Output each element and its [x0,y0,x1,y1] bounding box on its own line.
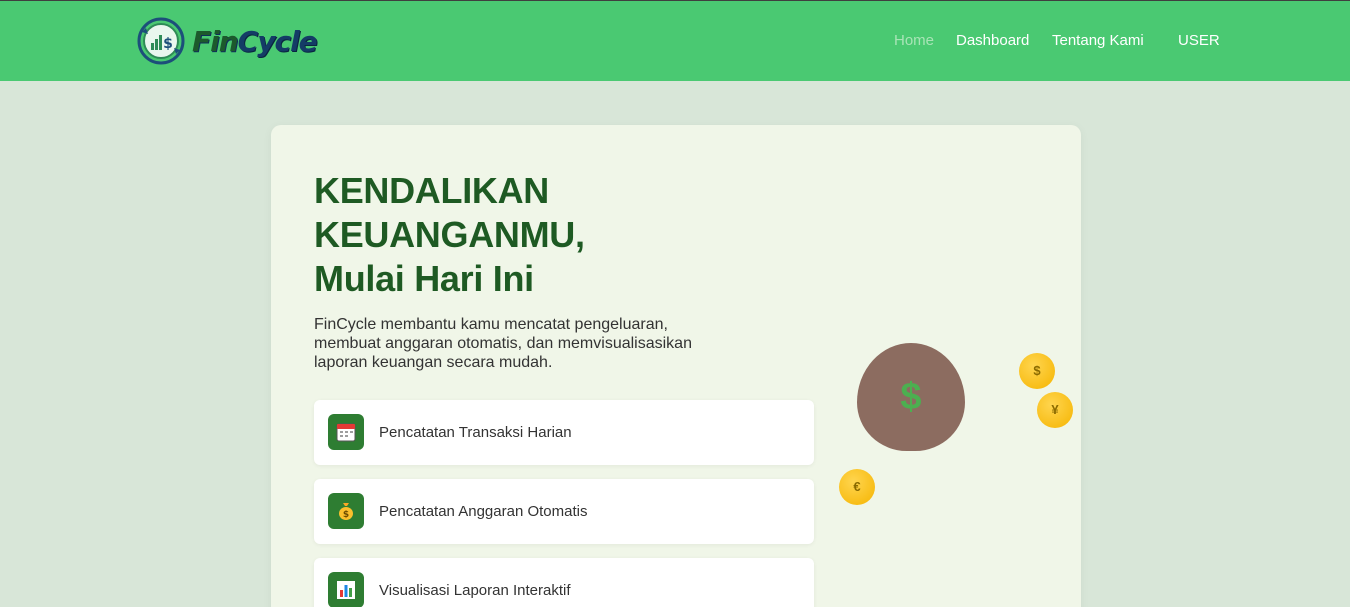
coin-dollar-icon: $ [1019,353,1055,389]
hero-title: KENDALIKAN KEUANGANMU, Mulai Hari Ini [314,169,734,301]
coin-euro-icon: € [839,469,875,505]
navbar: $ FinCycle Home Dashboard Tentang Kami U… [0,1,1350,81]
brand-name-cycle: Cycle [237,24,318,58]
feature-label: Pencatatan Anggaran Otomatis [379,503,588,520]
feature-label: Visualisasi Laporan Interaktif [379,582,571,599]
hero-title-line-1: KENDALIKAN [314,170,549,211]
feature-icon-badge: $ [328,493,364,529]
svg-text:$: $ [343,510,349,520]
brand-name: FinCycle [192,24,318,58]
calendar-icon [336,423,356,442]
svg-text:$: $ [163,36,173,52]
hero-title-line-2: KEUANGANMU, [314,214,585,255]
feature-card-report: Visualisasi Laporan Interaktif [314,558,814,607]
nav-link-tentang-kami[interactable]: Tentang Kami [1052,32,1144,49]
feature-label: Pencatatan Transaksi Harian [379,424,572,441]
feature-icon-badge [328,414,364,450]
feature-card-budget: $ Pencatatan Anggaran Otomatis [314,479,814,544]
fincycle-logo-icon: $ [137,17,185,65]
feature-card-transactions: Pencatatan Transaksi Harian [314,400,814,465]
nav-link-dashboard[interactable]: Dashboard [956,32,1029,49]
nav-link-home[interactable]: Home [894,32,934,49]
hero-card: KENDALIKAN KEUANGANMU, Mulai Hari Ini Fi… [271,125,1081,607]
brand-name-fin: Fin [192,24,239,58]
nav-user-menu[interactable]: USER [1178,32,1220,49]
money-bag-icon: $ [339,503,353,520]
hero-description: FinCycle membantu kamu mencatat pengelua… [314,316,692,371]
brand-logo-link[interactable]: $ FinCycle [136,16,318,66]
coin-yen-icon: ¥ [1037,392,1073,428]
hero-title-line-3: Mulai Hari Ini [314,258,534,299]
feature-icon-badge [328,572,364,607]
money-bag-illustration: $ [857,343,965,451]
bar-chart-icon [337,581,355,599]
